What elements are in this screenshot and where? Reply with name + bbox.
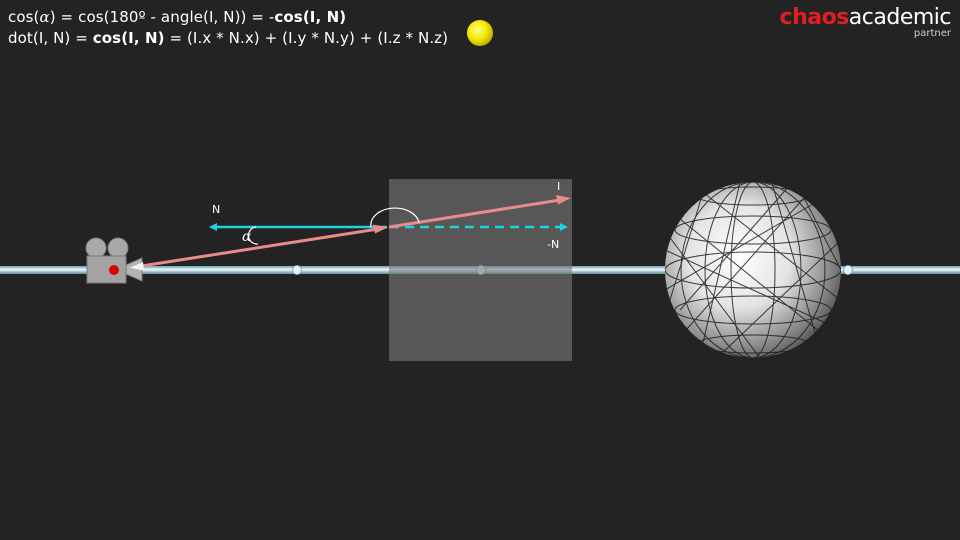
- axis-node: [292, 265, 302, 275]
- reflection-diagram: N -N I α: [0, 20, 960, 361]
- label-neg-n: -N: [547, 238, 559, 251]
- axis-node: [843, 265, 853, 275]
- incident-ray: [134, 227, 379, 269]
- label-n: N: [212, 203, 220, 216]
- label-i: I: [557, 180, 560, 193]
- surface-plane: [389, 179, 572, 361]
- sphere-icon: [665, 182, 841, 358]
- camera-icon: [85, 237, 143, 284]
- label-alpha: α: [242, 229, 252, 245]
- light-source-icon: [467, 20, 493, 46]
